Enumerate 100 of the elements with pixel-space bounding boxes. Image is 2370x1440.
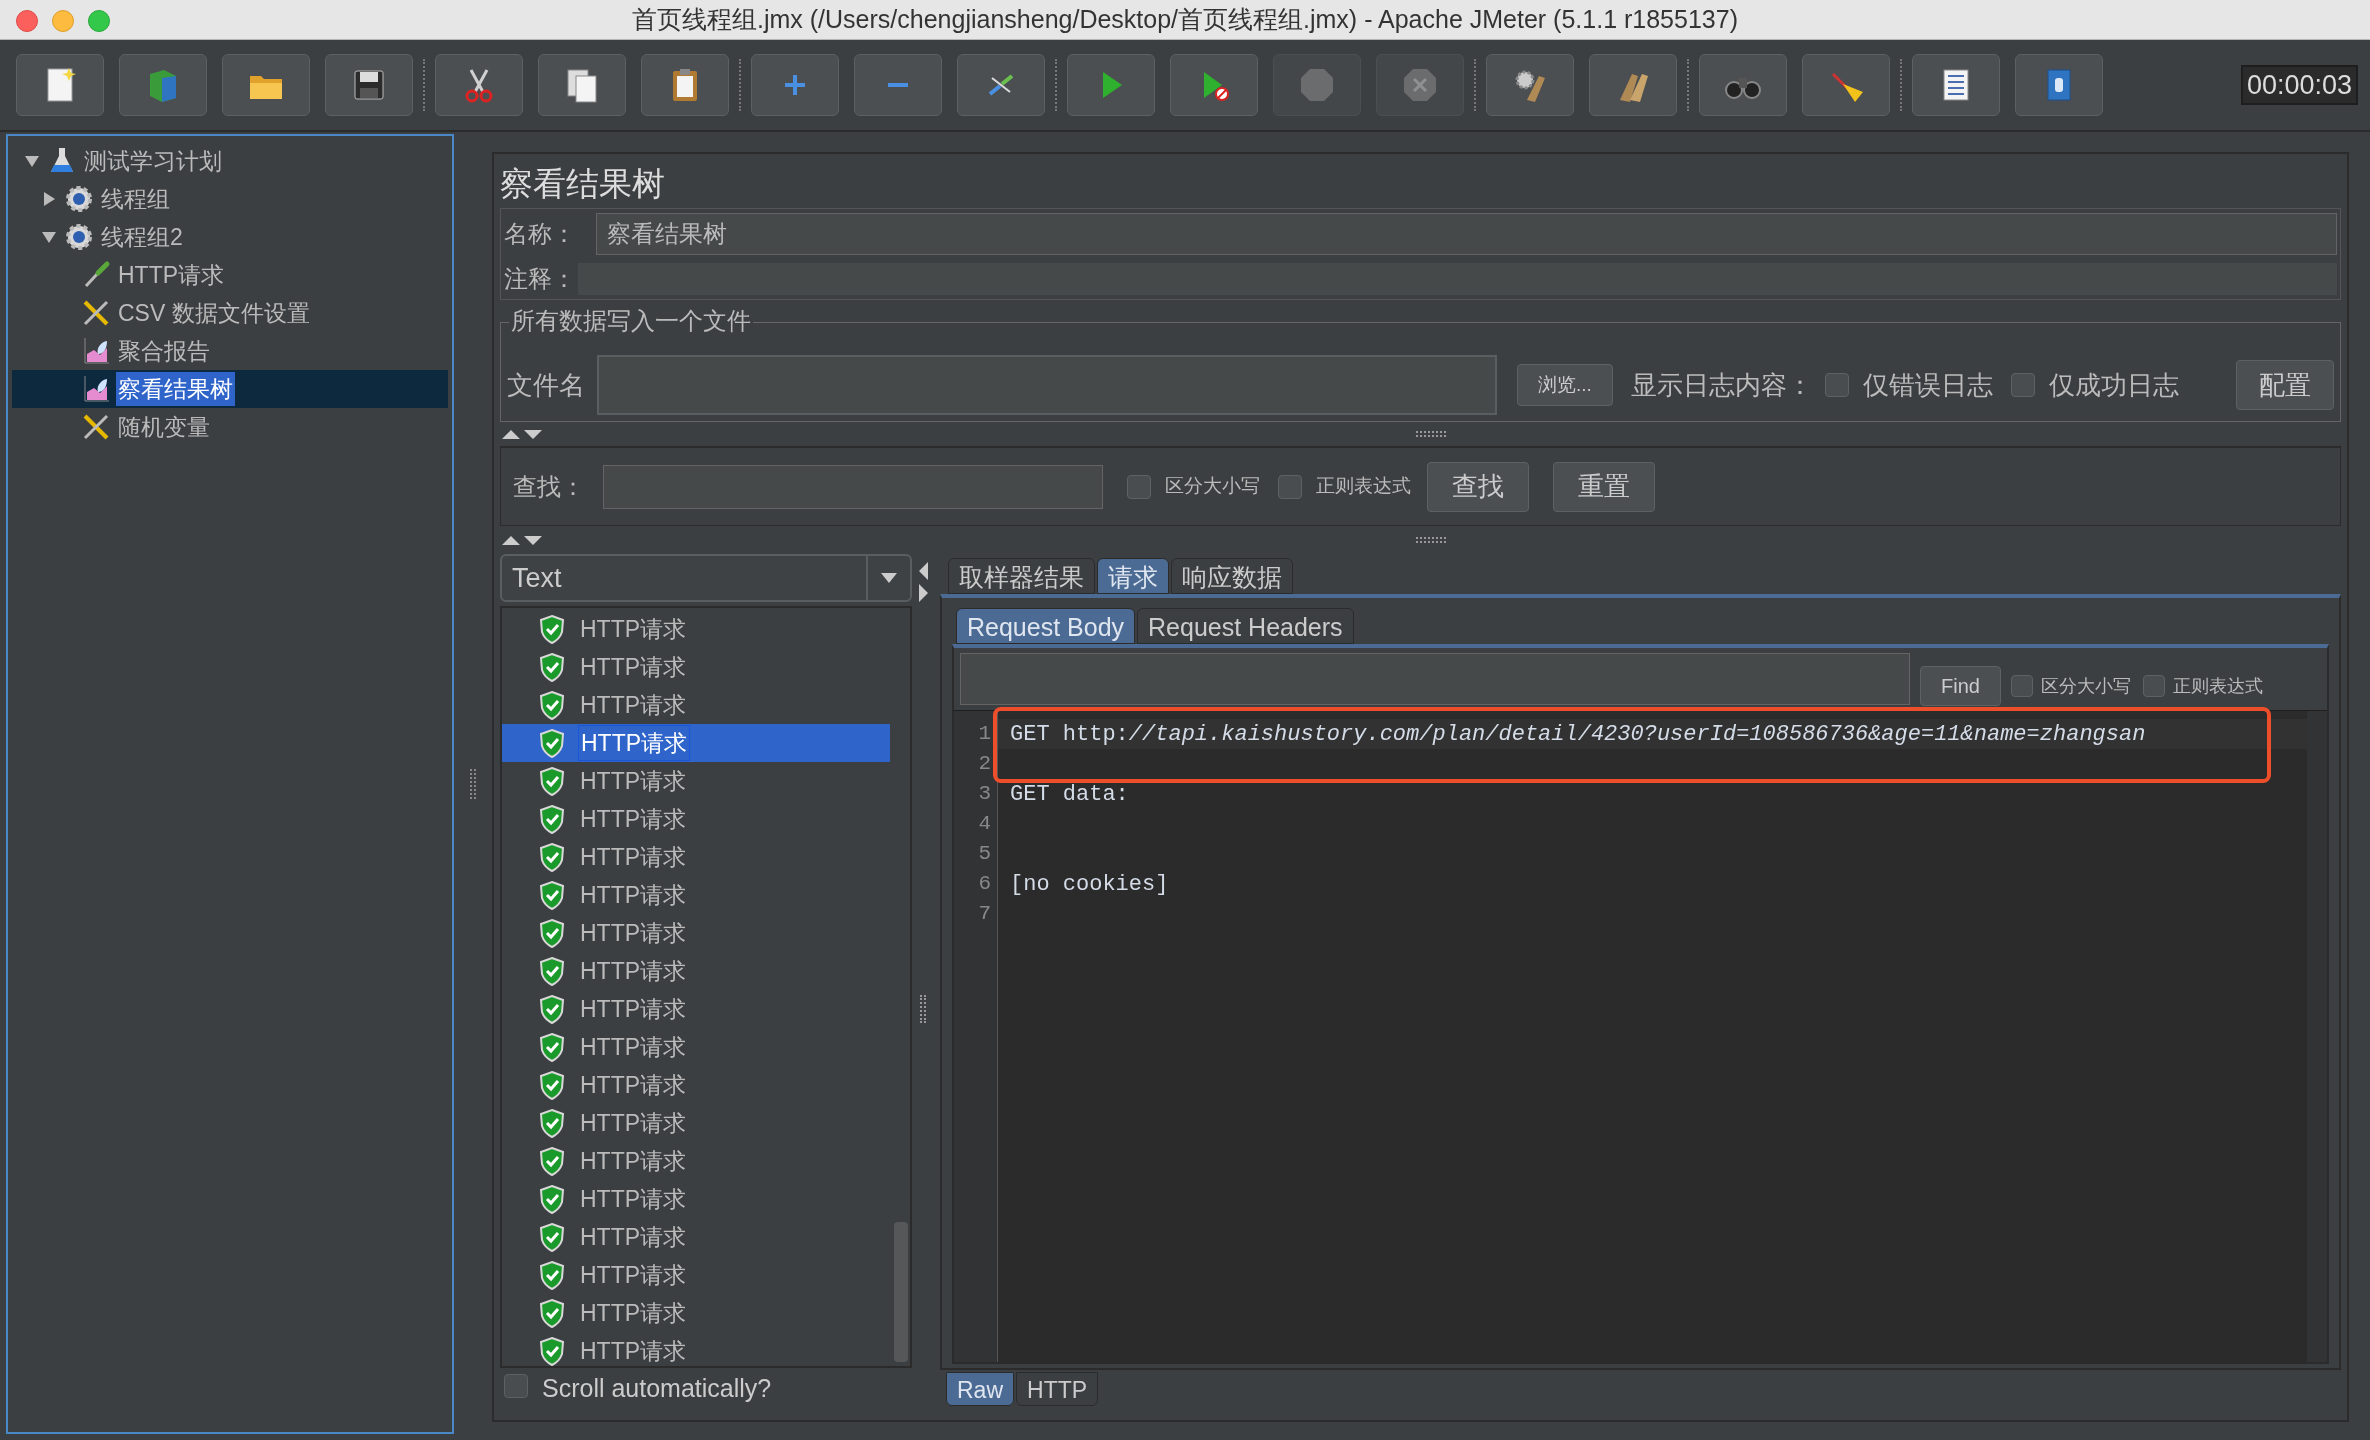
result-item-label[interactable]: HTTP请求 — [578, 878, 689, 912]
list-button[interactable] — [1912, 54, 2000, 116]
search-action-button[interactable]: 重置 — [1553, 461, 1655, 512]
tree-node-label[interactable]: CSV 数据文件设置 — [116, 296, 312, 330]
gear-broom-button[interactable] — [1486, 54, 1574, 116]
result-item-label[interactable]: HTTP请求 — [578, 1296, 689, 1330]
result-item-label[interactable]: HTTP请求 — [578, 1144, 689, 1178]
code-line: GET data: — [1010, 780, 1129, 809]
find-field[interactable] — [960, 653, 1910, 705]
close-window-button[interactable] — [16, 10, 38, 32]
code-line: GET http://tapi.kaishustory.com/plan/detail/4230?userId=108586736&age=11&name=zhangsan — [1010, 720, 2146, 749]
search-label: 查找： — [513, 471, 585, 502]
plus-button[interactable] — [751, 54, 839, 116]
checkbox-label: 正则表达式 — [2172, 674, 2263, 698]
brooms-button[interactable] — [1589, 54, 1677, 116]
result-item-label[interactable]: HTTP请求 — [578, 1334, 689, 1366]
result-item-label[interactable]: HTTP请求 — [578, 688, 689, 722]
shield-check-icon — [538, 1298, 566, 1328]
result-item-label[interactable]: HTTP请求 — [578, 612, 689, 646]
gear-icon — [64, 222, 94, 252]
maximize-window-button[interactable] — [88, 10, 110, 32]
result-item-label[interactable]: HTTP请求 — [578, 764, 689, 798]
result-item-label[interactable]: HTTP请求 — [578, 1106, 689, 1140]
result-item-label[interactable]: HTTP请求 — [578, 992, 689, 1026]
copy-button[interactable] — [538, 54, 626, 116]
checkbox[interactable] — [504, 1373, 528, 1398]
result-item-label[interactable]: HTTP请求 — [578, 1220, 689, 1254]
checkbox[interactable] — [1824, 373, 1849, 397]
view-tab[interactable]: Raw — [946, 1372, 1014, 1406]
chart-icon — [81, 374, 111, 404]
name-field[interactable]: 察看结果树 — [596, 213, 2337, 255]
result-item-label[interactable]: HTTP请求 — [578, 802, 689, 836]
browse-button[interactable]: 浏览... — [1517, 364, 1613, 406]
splitter-grip[interactable] — [920, 995, 926, 1023]
request-tab[interactable]: Request Body — [956, 608, 1136, 644]
result-item-label[interactable]: HTTP请求 — [578, 725, 691, 761]
binoculars-button[interactable] — [1699, 54, 1787, 116]
scissors-button[interactable] — [435, 54, 523, 116]
split-arrows-icon[interactable] — [916, 560, 930, 604]
shield-check-icon — [538, 1032, 566, 1062]
wrench-screwdriver-icon — [81, 412, 111, 442]
filename-label: 文件名 — [507, 368, 585, 402]
play-button[interactable] — [1067, 54, 1155, 116]
log-content-label: 显示日志内容： — [1630, 368, 1813, 402]
detail-tab[interactable]: 请求 — [1097, 558, 1169, 594]
save-button[interactable] — [325, 54, 413, 116]
tree-node-label[interactable]: 测试学习计划 — [82, 144, 224, 178]
clipboard-button[interactable] — [641, 54, 729, 116]
broom-button[interactable] — [1802, 54, 1890, 116]
splitter-grip[interactable] — [1416, 431, 1446, 437]
book-button[interactable] — [119, 54, 207, 116]
checkbox[interactable] — [1127, 474, 1151, 499]
folder-button[interactable] — [222, 54, 310, 116]
result-item-label[interactable]: HTTP请求 — [578, 1030, 689, 1064]
result-item-label[interactable]: HTTP请求 — [578, 840, 689, 874]
tree-node-label[interactable]: 线程组 — [99, 182, 172, 216]
tree-node-label[interactable]: 察看结果树 — [116, 372, 235, 406]
splitter-grip[interactable] — [1416, 537, 1446, 543]
expand-toggle-icon[interactable] — [39, 230, 59, 244]
configure-button[interactable]: 配置 — [2236, 360, 2334, 410]
checkbox-label: 正则表达式 — [1316, 474, 1411, 499]
wand-button[interactable] — [957, 54, 1045, 116]
expand-toggle-icon[interactable] — [22, 154, 42, 168]
tree-node-label[interactable]: HTTP请求 — [116, 258, 227, 292]
filename-field[interactable] — [597, 355, 1497, 415]
shield-check-icon — [538, 880, 566, 910]
checkbox[interactable] — [2142, 675, 2165, 697]
tree-node-label[interactable]: 聚合报告 — [116, 334, 212, 368]
splitter-grip[interactable] — [470, 769, 476, 799]
checkbox[interactable] — [2010, 675, 2033, 697]
search-field[interactable] — [603, 464, 1103, 509]
minus-icon — [888, 83, 908, 87]
view-tab[interactable]: HTTP — [1016, 1372, 1099, 1406]
detail-tab[interactable]: 响应数据 — [1171, 558, 1293, 594]
checkbox[interactable] — [2010, 373, 2035, 397]
shield-check-icon — [538, 842, 566, 872]
minimize-window-button[interactable] — [52, 10, 74, 32]
help-book-button[interactable] — [2015, 54, 2103, 116]
play-no-pause-button[interactable] — [1170, 54, 1258, 116]
comment-label: 注释： — [504, 264, 576, 294]
detail-tab[interactable]: 取样器结果 — [948, 558, 1095, 594]
request-tab[interactable]: Request Headers — [1137, 608, 1354, 644]
result-item-label[interactable]: HTTP请求 — [578, 954, 689, 988]
result-item-label[interactable]: HTTP请求 — [578, 650, 689, 684]
tree-node-label[interactable]: 线程组2 — [99, 220, 185, 254]
result-item-label[interactable]: HTTP请求 — [578, 1182, 689, 1216]
search-action-button[interactable]: 查找 — [1427, 461, 1529, 512]
line-number: 3 — [977, 781, 992, 807]
new-file-button[interactable] — [16, 54, 104, 116]
result-item-label[interactable]: HTTP请求 — [578, 916, 689, 950]
line-number: 4 — [977, 811, 992, 837]
renderer-dropdown[interactable]: Text — [500, 554, 912, 602]
code-line: [no cookies] — [1010, 870, 1169, 899]
find-button[interactable]: Find — [1920, 666, 2001, 706]
result-item-label[interactable]: HTTP请求 — [578, 1068, 689, 1102]
window-title: 首页线程组.jmx (/Users/chengjiansheng/Desktop/首页线程组.jmx) - Apache JMeter (5.1.1 r1855137) — [632, 3, 1738, 35]
tree-node-label[interactable]: 随机变量 — [116, 410, 212, 444]
scrollbar-thumb[interactable] — [894, 1222, 908, 1362]
result-item-label[interactable]: HTTP请求 — [578, 1258, 689, 1292]
checkbox[interactable] — [1278, 474, 1302, 499]
